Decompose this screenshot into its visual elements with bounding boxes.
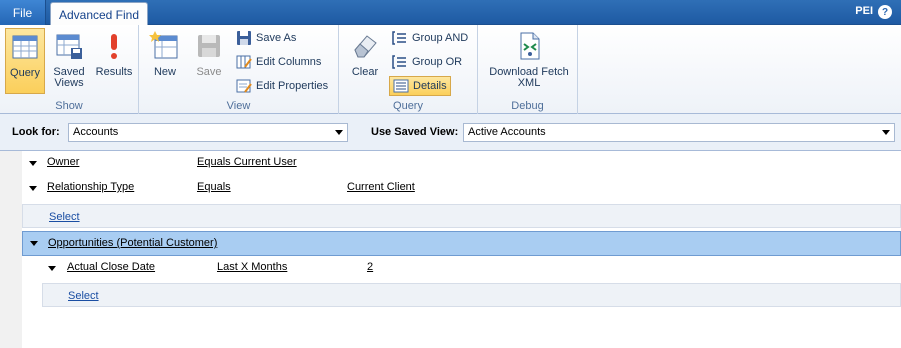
select-link[interactable]: Select [68,290,99,302]
row-menu-icon[interactable] [29,161,37,166]
saved-view-select[interactable]: Active Accounts [463,123,895,142]
edit-properties-button[interactable]: Edit Properties [233,76,331,96]
save-button[interactable]: Save [189,28,229,94]
details-label: Details [413,80,447,92]
download-fetch-xml-label: Download Fetch XML [489,66,569,89]
criteria-row: Actual Close Date Last X Months 2 [42,256,901,280]
group-label-debug: Debug [511,100,544,112]
group-label-show: Show [55,100,83,112]
criteria-row: Owner Equals Current User [22,151,901,175]
look-for-label: Look for: [12,126,60,138]
save-as-label: Save As [256,32,297,44]
select-link[interactable]: Select [49,211,80,223]
file-tab[interactable]: File [0,0,46,25]
related-entity-link[interactable]: Opportunities (Potential Customer) [48,237,217,249]
criteria-operator[interactable]: Equals Current User [197,156,297,168]
criteria-left-strip [0,151,22,348]
group-label-query: Query [393,100,423,112]
select-row: Select [22,204,901,228]
criteria-field[interactable]: Actual Close Date [67,261,155,273]
title-tab-bar: File Advanced Find PEI ? [0,0,901,26]
row-menu-icon[interactable] [29,186,37,191]
download-fetch-xml-button[interactable]: Download Fetch XML [484,28,574,94]
edit-columns-icon [236,55,252,69]
group-label-view: View [226,100,251,112]
saved-views-label: Saved Views [53,66,85,89]
look-for-value: Accounts [73,126,119,138]
look-for-bar: Look for: Accounts Use Saved View: Activ… [0,114,901,151]
group-and-button[interactable]: Group AND [389,28,471,48]
details-button[interactable]: Details [389,76,451,96]
tab-advanced-find[interactable]: Advanced Find [50,2,148,26]
query-button-label: Query [10,67,40,79]
edit-properties-label: Edit Properties [256,80,329,92]
chevron-down-icon [335,130,343,135]
ribbon-group-debug: Download Fetch XML Debug [478,25,578,114]
eraser-icon [354,35,377,58]
edit-columns-button[interactable]: Edit Columns [233,52,324,72]
criteria-operator[interactable]: Equals [197,181,231,193]
criteria-value[interactable]: 2 [367,261,373,273]
save-as-icon [237,31,251,45]
user-label: PEI [855,5,873,17]
criteria-field[interactable]: Relationship Type [47,181,134,193]
saved-views-icon [56,34,82,59]
look-for-select[interactable]: Accounts [68,123,348,142]
results-label: Results [95,66,133,78]
query-button[interactable]: Query [5,28,45,94]
save-as-button[interactable]: Save As [233,28,299,48]
group-and-label: Group AND [412,32,469,44]
row-menu-icon[interactable] [30,241,38,246]
clear-button[interactable]: Clear [346,28,384,94]
clear-label: Clear [351,66,379,78]
details-icon [393,79,409,93]
chevron-down-icon [882,130,890,135]
criteria-field[interactable]: Owner [47,156,79,168]
criteria-row: Relationship Type Equals Current Client [22,176,901,200]
criteria-value[interactable]: Current Client [347,181,415,193]
exclamation-icon [111,34,117,59]
new-label: New [153,66,176,78]
download-xml-icon [520,32,540,60]
new-query-icon [149,31,178,59]
saved-view-value: Active Accounts [468,126,546,138]
query-grid-icon [12,35,38,59]
group-or-button[interactable]: Group OR [389,52,465,72]
save-disk-icon [198,35,220,57]
related-entity-row[interactable]: Opportunities (Potential Customer) [22,231,901,256]
group-or-icon [392,55,406,69]
criteria-panel: Owner Equals Current User Relationship T… [0,151,901,348]
edit-properties-icon [236,79,252,93]
help-icon[interactable]: ? [878,5,892,19]
results-button[interactable]: Results [93,28,135,94]
saved-view-label: Use Saved View: [371,126,459,138]
criteria-operator[interactable]: Last X Months [217,261,287,273]
ribbon-group-query: Clear Group AND Group OR Details Query [339,25,478,114]
row-menu-icon[interactable] [48,266,56,271]
group-or-label: Group OR [412,56,463,68]
ribbon-group-view: New Save Save As Edit Columns Edit Prope… [139,25,339,114]
save-label: Save [196,66,222,78]
new-button[interactable]: New [145,28,185,94]
select-row: Select [42,283,901,307]
ribbon-group-show: Query Saved Views Results Show [0,25,139,114]
saved-views-button[interactable]: Saved Views [48,28,90,94]
edit-columns-label: Edit Columns [256,56,322,68]
group-and-icon [392,31,406,45]
ribbon: Query Saved Views Results Show New Save … [0,25,901,114]
